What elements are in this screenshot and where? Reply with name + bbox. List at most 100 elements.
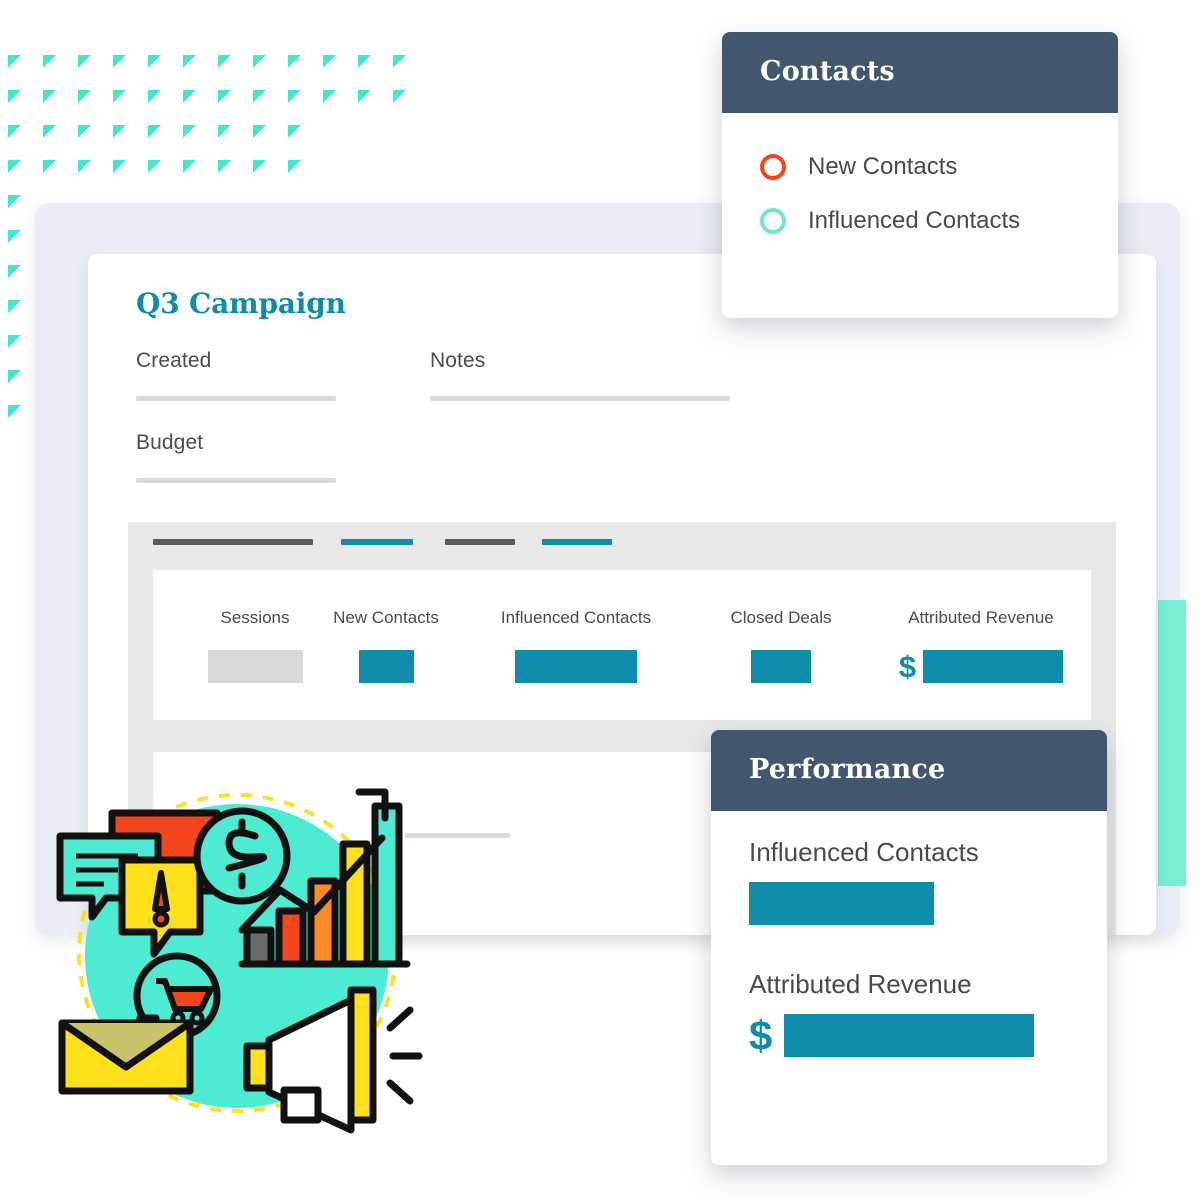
triangle-dot [323, 90, 336, 103]
triangle-dot [113, 55, 126, 68]
field-budget: Budget [136, 431, 336, 483]
triangle-dot [253, 125, 266, 138]
triangle-dot [288, 125, 301, 138]
triangle-dot [8, 55, 21, 68]
triangle-dot [148, 125, 161, 138]
triangle-dot [43, 55, 56, 68]
metric-label: Closed Deals [730, 608, 832, 627]
ring-icon [760, 208, 786, 234]
metric-value-redacted[interactable] [923, 650, 1064, 683]
performance-popover: Performance Influenced Contacts Attribute… [711, 730, 1107, 1165]
canvas: Q3 Campaign Created Notes Budget Session… [0, 0, 1200, 1200]
metric-label: Attributed Revenue [908, 608, 1054, 627]
performance-metric-value-redacted[interactable] [749, 882, 934, 925]
performance-metric: Influenced Contacts [749, 837, 1069, 925]
triangle-dot [288, 90, 301, 103]
contacts-legend-label: Influenced Contacts [808, 207, 1021, 234]
field-value-redacted[interactable] [136, 396, 336, 401]
performance-metric-value-money: $ [749, 1014, 1069, 1057]
performance-popover-body: Influenced Contacts Attributed Revenue $ [711, 811, 1107, 1091]
triangle-dot [218, 125, 231, 138]
triangle-dot [148, 90, 161, 103]
triangle-dot [113, 160, 126, 173]
triangle-dot [8, 370, 21, 383]
triangle-dot [78, 90, 91, 103]
contacts-legend-item[interactable]: Influenced Contacts [760, 207, 1080, 235]
field-created: Created [136, 349, 336, 401]
tab-4[interactable] [542, 539, 612, 545]
performance-metric-label: Attributed Revenue [749, 969, 972, 999]
tab-3[interactable] [445, 539, 515, 545]
triangle-dot [8, 230, 21, 243]
triangle-dot [288, 55, 301, 68]
triangle-dot [218, 55, 231, 68]
metric-value-redacted[interactable] [515, 650, 637, 683]
performance-popover-title: Performance [749, 754, 946, 785]
metric-value-redacted[interactable] [358, 650, 414, 683]
performance-metric-value-redacted[interactable] [784, 1014, 1035, 1057]
metric-label: Influenced Contacts [500, 608, 652, 627]
triangle-dot [288, 160, 301, 173]
field-label: Notes [430, 349, 486, 372]
performance-metric: Attributed Revenue $ [749, 969, 1069, 1057]
triangle-dot [393, 55, 406, 68]
metric-label: New Contacts [333, 608, 439, 627]
triangle-dot [183, 125, 196, 138]
tab-2[interactable] [341, 539, 413, 545]
triangle-dot [183, 160, 196, 173]
triangle-dot [113, 90, 126, 103]
triangle-dot [358, 55, 371, 68]
triangle-dot [8, 335, 21, 348]
metric-value-money: $ [871, 650, 1091, 683]
performance-popover-header: Performance [711, 730, 1107, 811]
metrics-table: Sessions New Contacts Influenced Contacts C… [153, 570, 1091, 720]
triangle-dot [8, 300, 21, 313]
field-value-redacted[interactable] [136, 478, 336, 483]
metric-value-redacted[interactable] [751, 650, 811, 683]
triangle-dot [148, 160, 161, 173]
triangle-dot [393, 90, 406, 103]
field-label: Budget [136, 431, 204, 454]
triangle-dot [183, 55, 196, 68]
metric-column: Closed Deals [701, 608, 861, 683]
contacts-legend-item[interactable]: New Contacts [760, 153, 1080, 181]
triangle-dot [8, 265, 21, 278]
contacts-legend-label: New Contacts [808, 153, 958, 180]
triangle-dot [323, 55, 336, 68]
triangle-dot [218, 160, 231, 173]
triangle-dot [253, 55, 266, 68]
triangle-dot [78, 160, 91, 173]
triangle-dot [358, 90, 371, 103]
metric-column: Attributed Revenue $ [871, 608, 1091, 683]
mint-accent-bar [1158, 600, 1186, 886]
alert-exclamation-icon [152, 870, 170, 928]
tab-1[interactable] [153, 539, 313, 545]
tab-strip [153, 539, 1093, 549]
triangle-dot [253, 90, 266, 103]
triangle-dot [113, 125, 126, 138]
field-value-redacted[interactable] [430, 396, 730, 401]
megaphone-sound-lines [386, 1006, 423, 1105]
triangle-dot [8, 195, 21, 208]
dollar-coin-icon [193, 807, 291, 905]
metric-value-redacted[interactable] [207, 650, 303, 683]
triangle-dot [8, 125, 21, 138]
email-envelope-icon [58, 1019, 194, 1095]
triangle-dot [8, 160, 21, 173]
triangle-dot [43, 160, 56, 173]
contacts-popover-title: Contacts [760, 56, 895, 87]
page-title: Q3 Campaign [136, 287, 346, 320]
triangle-dot [78, 55, 91, 68]
triangle-dot [8, 405, 21, 418]
chat-bubble-icons [56, 809, 221, 958]
triangle-dot [253, 160, 266, 173]
triangle-dot [183, 90, 196, 103]
triangle-dot [8, 90, 21, 103]
ring-icon [760, 154, 786, 180]
triangle-dot [43, 125, 56, 138]
triangle-dot [78, 125, 91, 138]
contacts-popover-header: Contacts [722, 32, 1118, 113]
dollar-sign-icon: $ [749, 1011, 773, 1059]
field-label: Created [136, 349, 212, 372]
performance-metric-label: Influenced Contacts [749, 837, 979, 867]
